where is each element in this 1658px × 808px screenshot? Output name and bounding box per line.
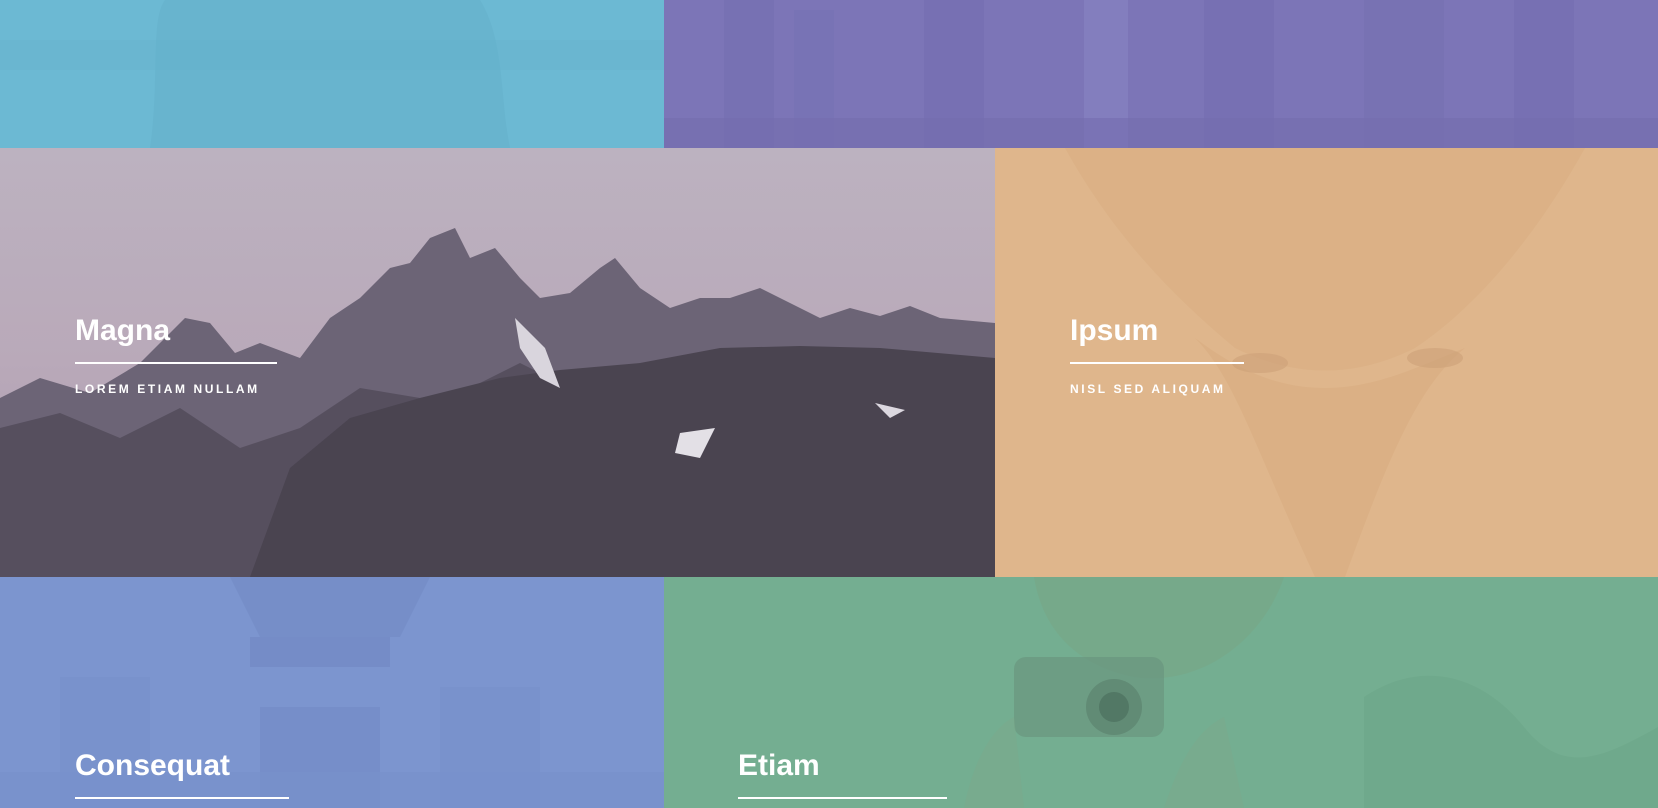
tiles-grid: Magna Lorem etiam nullam Ipsum Nisl sed … [0, 0, 1658, 808]
tile-etiam-title[interactable]: Etiam [738, 751, 947, 799]
tile-magna-caption: Magna Lorem etiam nullam [75, 316, 277, 396]
tile-consequat-caption: Consequat [75, 751, 289, 799]
tile-top-left[interactable] [0, 0, 664, 148]
tile-etiam[interactable]: Etiam [664, 577, 1658, 808]
tile-top-right[interactable] [664, 0, 1658, 148]
tile-magna[interactable]: Magna Lorem etiam nullam [0, 148, 995, 577]
tile-ipsum[interactable]: Ipsum Nisl sed aliquam [995, 148, 1658, 577]
tile-etiam-caption: Etiam [738, 751, 947, 799]
tile-magna-subtitle: Lorem etiam nullam [75, 382, 260, 396]
tile-ipsum-subtitle: Nisl sed aliquam [1070, 382, 1226, 396]
tile-top-left-overlay [0, 0, 664, 148]
tile-ipsum-caption: Ipsum Nisl sed aliquam [1070, 316, 1244, 396]
tile-top-right-overlay [664, 0, 1658, 148]
tile-ipsum-title[interactable]: Ipsum [1070, 316, 1244, 364]
tile-magna-title[interactable]: Magna [75, 316, 277, 364]
tile-consequat[interactable]: Consequat [0, 577, 664, 808]
tile-consequat-title[interactable]: Consequat [75, 751, 289, 799]
